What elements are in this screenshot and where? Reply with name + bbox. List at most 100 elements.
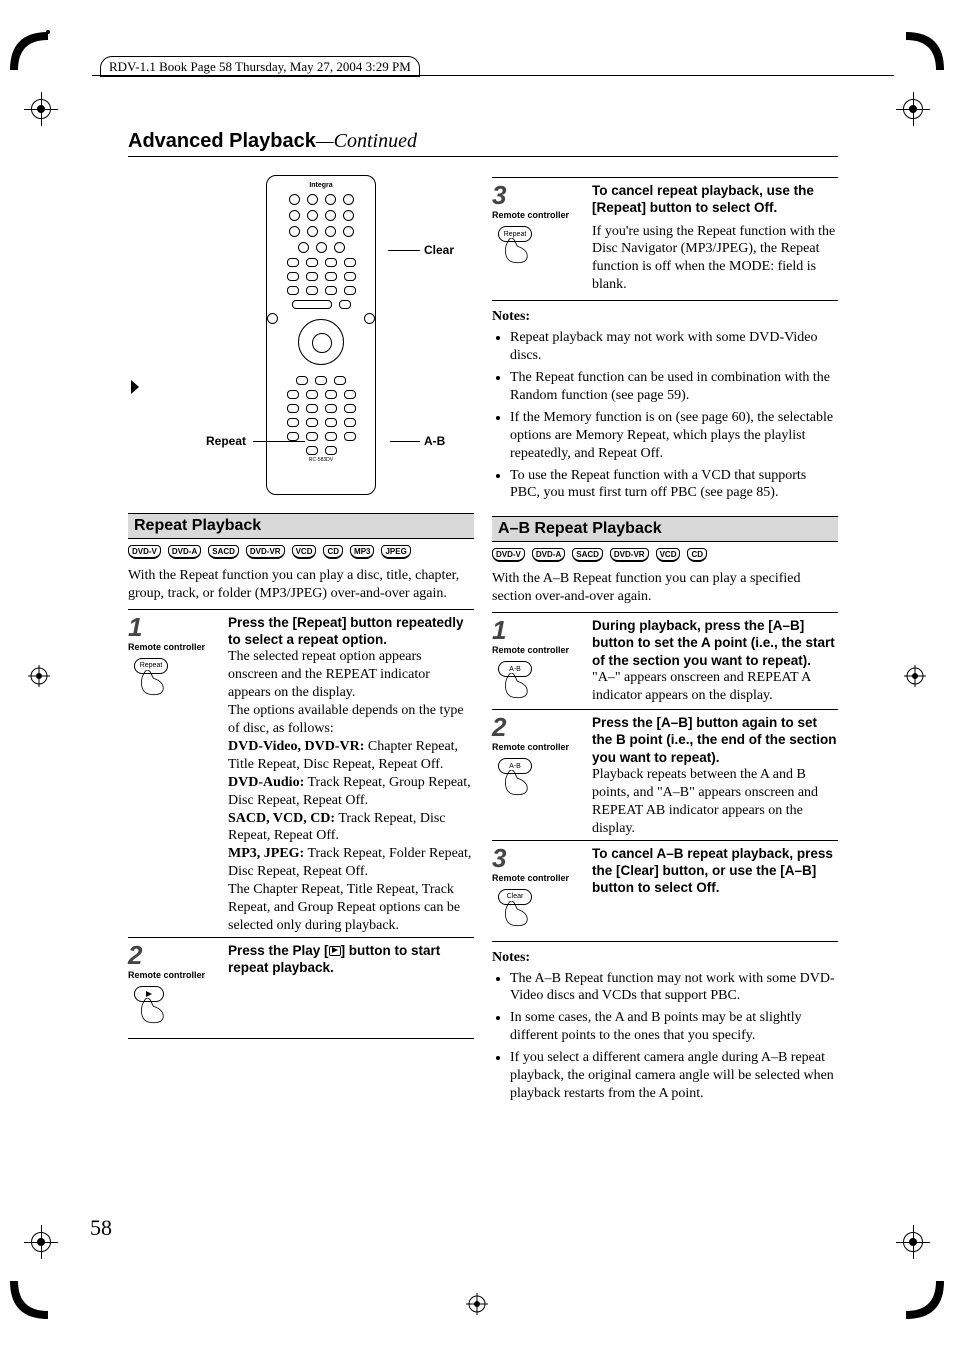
- step-lead: Press the Play [] button to start repeat…: [228, 942, 474, 977]
- format-badges: DVD-V DVD-A SACD DVD-VR VCD CD: [492, 548, 838, 562]
- notes-list: Repeat playback may not work with some D…: [492, 329, 838, 502]
- binding-tr-icon: [904, 30, 946, 72]
- callout-repeat: Repeat: [206, 434, 246, 448]
- ab-step-2: 2 Remote controller A-B Press the [A–B] …: [492, 709, 838, 837]
- binding-bl-icon: [8, 1279, 50, 1321]
- step-number: 2: [492, 714, 592, 740]
- file-header-rule: [92, 75, 894, 76]
- format-badge: DVD-A: [168, 545, 201, 559]
- notes-heading: Notes:: [492, 309, 838, 325]
- step-source: Remote controller: [492, 873, 592, 883]
- note-item: To use the Repeat function with a VCD th…: [510, 467, 838, 503]
- format-badge: DVD-V: [128, 545, 161, 559]
- format-badge: SACD: [572, 548, 603, 562]
- remote-press-icon: Clear: [492, 887, 546, 935]
- ab-step-1: 1 Remote controller A-B During playback,…: [492, 612, 838, 707]
- format-badge: DVD-VR: [246, 545, 285, 559]
- callout-line: [390, 441, 420, 442]
- format-badge: MP3: [350, 545, 374, 559]
- binding-tl-icon: [8, 30, 50, 72]
- opt-head: DVD-Audio:: [228, 775, 304, 790]
- remote-diagram: Integra RC-583DV: [128, 175, 474, 505]
- play-icon: [329, 946, 341, 956]
- step-body: If you're using the Repeat function with…: [592, 224, 835, 293]
- intro-text: With the Repeat function you can play a …: [128, 567, 474, 603]
- step-number: 1: [492, 617, 592, 643]
- callout-line: [388, 250, 420, 251]
- step-lead: To cancel A–B repeat playback, press the…: [592, 845, 838, 897]
- step-body: "A–" appears onscreen and REPEAT A indic…: [592, 670, 810, 703]
- callout-clear: Clear: [424, 243, 454, 257]
- format-badge: CD: [687, 548, 707, 562]
- format-badge: SACD: [208, 545, 239, 559]
- step-body: The selected repeat option appears onscr…: [228, 649, 430, 700]
- step-number: 1: [128, 614, 228, 640]
- step-source: Remote controller: [128, 642, 228, 652]
- file-header: RDV-1.1 Book Page 58 Thursday, May 27, 2…: [100, 56, 420, 77]
- step-source: Remote controller: [492, 742, 592, 752]
- format-badge: VCD: [292, 545, 317, 559]
- page-title: Advanced Playback—Continued: [128, 130, 838, 153]
- format-badge: CD: [323, 545, 343, 559]
- format-badges: DVD-V DVD-A SACD DVD-VR VCD CD MP3 JPEG: [128, 545, 474, 559]
- note-item: Repeat playback may not work with some D…: [510, 329, 838, 365]
- note-item: The A–B Repeat function may not work wit…: [510, 970, 838, 1006]
- step-3: 3 Remote controller Repeat To cancel rep…: [492, 177, 838, 301]
- play-icon: [131, 380, 139, 394]
- remote-press-icon: [128, 984, 182, 1032]
- step-lead: To cancel repeat playback, use the [Repe…: [592, 182, 838, 217]
- format-badge: JPEG: [381, 545, 410, 559]
- intro-text: With the A–B Repeat function you can pla…: [492, 570, 838, 606]
- registration-mark-icon: [466, 1293, 488, 1315]
- remote-press-icon: Repeat: [128, 656, 182, 704]
- step-source: Remote controller: [492, 645, 592, 655]
- format-badge: DVD-V: [492, 548, 525, 562]
- step-body: The options available depends on the typ…: [228, 703, 464, 736]
- crop-mark-icon: [896, 92, 930, 126]
- crop-mark-icon: [24, 92, 58, 126]
- notes-heading: Notes:: [492, 950, 838, 966]
- step-body: Playback repeats between the A and B poi…: [592, 767, 818, 836]
- title-main: Advanced Playback: [128, 130, 316, 152]
- registration-mark-icon: [28, 665, 50, 687]
- note-item: If you select a different camera angle d…: [510, 1049, 838, 1103]
- format-badge: VCD: [656, 548, 681, 562]
- note-item: If the Memory function is on (see page 6…: [510, 409, 838, 463]
- section-ab-repeat: A–B Repeat Playback: [492, 516, 838, 542]
- step-source: Remote controller: [492, 210, 592, 220]
- remote-brand: Integra: [267, 182, 375, 189]
- registration-mark-icon: [904, 665, 926, 687]
- step-body: The Chapter Repeat, Title Repeat, Track …: [228, 882, 460, 933]
- note-item: In some cases, the A and B points may be…: [510, 1009, 838, 1045]
- crop-mark-icon: [24, 1225, 58, 1259]
- title-rule: [128, 156, 838, 157]
- opt-head: DVD-Video, DVD-VR:: [228, 739, 364, 754]
- step-lead: Press the [A–B] button again to set the …: [592, 714, 838, 766]
- step-number: 2: [128, 942, 228, 968]
- section-repeat-playback: Repeat Playback: [128, 513, 474, 539]
- page-number: 58: [90, 1215, 112, 1241]
- step-number: 3: [492, 845, 592, 871]
- title-continued: —Continued: [316, 130, 417, 152]
- step-1: 1 Remote controller Repeat Press the [Re…: [128, 609, 474, 935]
- step-lead: During playback, press the [A–B] button …: [592, 617, 838, 669]
- note-item: The Repeat function can be used in combi…: [510, 369, 838, 405]
- ab-step-3: 3 Remote controller Clear To cancel A–B …: [492, 840, 838, 942]
- opt-head: SACD, VCD, CD:: [228, 811, 335, 826]
- remote-body: Integra RC-583DV: [266, 175, 376, 495]
- remote-press-icon: A-B: [492, 659, 546, 707]
- remote-press-icon: A-B: [492, 756, 546, 804]
- format-badge: DVD-A: [532, 548, 565, 562]
- remote-press-icon: Repeat: [492, 224, 546, 272]
- callout-ab: A-B: [424, 434, 445, 448]
- step-2: 2 Remote controller Press the Play [] bu…: [128, 937, 474, 1039]
- step-number: 3: [492, 182, 592, 208]
- step-lead: Press the [Repeat] button repeatedly to …: [228, 614, 474, 649]
- crop-mark-icon: [896, 1225, 930, 1259]
- notes-list: The A–B Repeat function may not work wit…: [492, 970, 838, 1103]
- format-badge: DVD-VR: [610, 548, 649, 562]
- binding-br-icon: [904, 1279, 946, 1321]
- opt-head: MP3, JPEG:: [228, 846, 304, 861]
- remote-model: RC-583DV: [267, 457, 375, 463]
- step-source: Remote controller: [128, 970, 228, 980]
